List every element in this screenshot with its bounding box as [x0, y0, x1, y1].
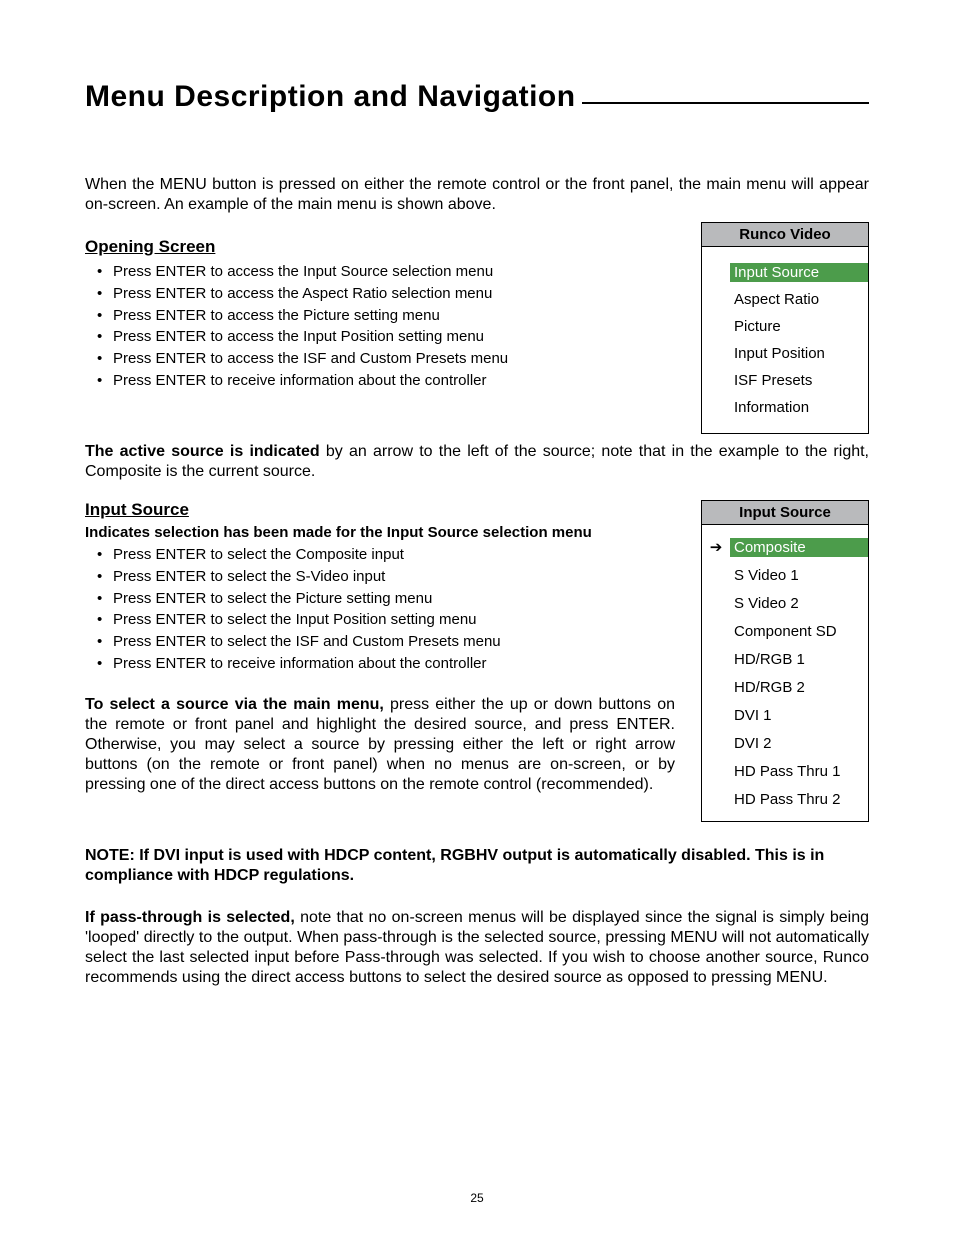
menu-item-label: ISF Presets [730, 371, 868, 390]
hdcp-note: NOTE: If DVI input is used with HDCP con… [85, 846, 869, 886]
select-source-lead: To select a source via the main menu, [85, 696, 384, 713]
list-item: Press ENTER to select the Picture settin… [85, 588, 675, 610]
menu-item-label: S Video 2 [730, 594, 868, 613]
menu-item-information: Information [702, 394, 868, 421]
page-number: 25 [0, 1191, 954, 1205]
input-source-subhead: Indicates selection has been made for th… [85, 524, 675, 541]
input-source-heading: Input Source [85, 500, 675, 520]
menu-items: ➔ Composite S Video 1 S Video 2 Componen… [702, 525, 868, 821]
menu-item-hdrgb1: HD/RGB 1 [702, 645, 868, 673]
menu-item-label: S Video 1 [730, 566, 868, 585]
passthrough-paragraph: If pass-through is selected, note that n… [85, 908, 869, 988]
input-source-menu-illustration: Input Source ➔ Composite S Video 1 S Vid… [701, 500, 869, 822]
intro-paragraph: When the MENU button is pressed on eithe… [85, 175, 869, 215]
menu-item-label: Information [730, 398, 868, 417]
menu-item-label: Input Source [730, 263, 868, 282]
opening-screen-section: Opening Screen Press ENTER to access the… [85, 237, 869, 442]
active-source-paragraph: The active source is indicated by an arr… [85, 442, 869, 482]
title-rule [582, 102, 869, 104]
main-menu-illustration: Runco Video Input Source Aspect Ratio Pi… [701, 222, 869, 434]
menu-item-label: HD Pass Thru 1 [730, 762, 868, 781]
menu-item-composite: ➔ Composite [702, 533, 868, 561]
list-item: Press ENTER to select the Input Position… [85, 609, 675, 631]
menu-item-picture: Picture [702, 313, 868, 340]
menu-item-label: HD/RGB 1 [730, 650, 868, 669]
list-item: Press ENTER to select the ISF and Custom… [85, 631, 675, 653]
menu-item-component-sd: Component SD [702, 617, 868, 645]
menu-item-svideo2: S Video 2 [702, 589, 868, 617]
menu-item-label: HD/RGB 2 [730, 678, 868, 697]
menu-item-svideo1: S Video 1 [702, 561, 868, 589]
menu-item-hdrgb2: HD/RGB 2 [702, 673, 868, 701]
menu-item-isf-presets: ISF Presets [702, 367, 868, 394]
passthrough-lead: If pass-through is selected, [85, 909, 295, 926]
page-title: Menu Description and Navigation [85, 80, 576, 114]
input-source-section: Input Source Indicates selection has bee… [85, 500, 869, 840]
list-item: Press ENTER to select the Composite inpu… [85, 544, 675, 566]
menu-item-aspect-ratio: Aspect Ratio [702, 286, 868, 313]
menu-items: Input Source Aspect Ratio Picture Input … [702, 247, 868, 433]
menu-item-label: Aspect Ratio [730, 290, 868, 309]
menu-item-dvi2: DVI 2 [702, 729, 868, 757]
list-item: Press ENTER to receive information about… [85, 653, 675, 675]
menu-item-hdpass1: HD Pass Thru 1 [702, 757, 868, 785]
menu-item-input-source: Input Source [702, 259, 868, 286]
menu-item-hdpass2: HD Pass Thru 2 [702, 785, 868, 813]
menu-item-input-position: Input Position [702, 340, 868, 367]
menu-header: Runco Video [702, 223, 868, 247]
select-source-paragraph: To select a source via the main menu, pr… [85, 695, 675, 795]
menu-item-label: Input Position [730, 344, 868, 363]
menu-item-label: HD Pass Thru 2 [730, 790, 868, 809]
active-source-lead: The active source is indicated [85, 443, 320, 460]
menu-item-label: DVI 2 [730, 734, 868, 753]
title-row: Menu Description and Navigation [85, 80, 869, 120]
menu-item-label: DVI 1 [730, 706, 868, 725]
menu-header: Input Source [702, 501, 868, 525]
input-source-text-block: Input Source Indicates selection has bee… [85, 500, 675, 795]
input-source-bullets: Press ENTER to select the Composite inpu… [85, 544, 675, 675]
list-item: Press ENTER to select the S-Video input [85, 566, 675, 588]
menu-item-label: Composite [730, 538, 868, 557]
menu-item-label: Component SD [730, 622, 868, 641]
arrow-icon: ➔ [702, 538, 730, 556]
menu-item-dvi1: DVI 1 [702, 701, 868, 729]
menu-item-label: Picture [730, 317, 868, 336]
